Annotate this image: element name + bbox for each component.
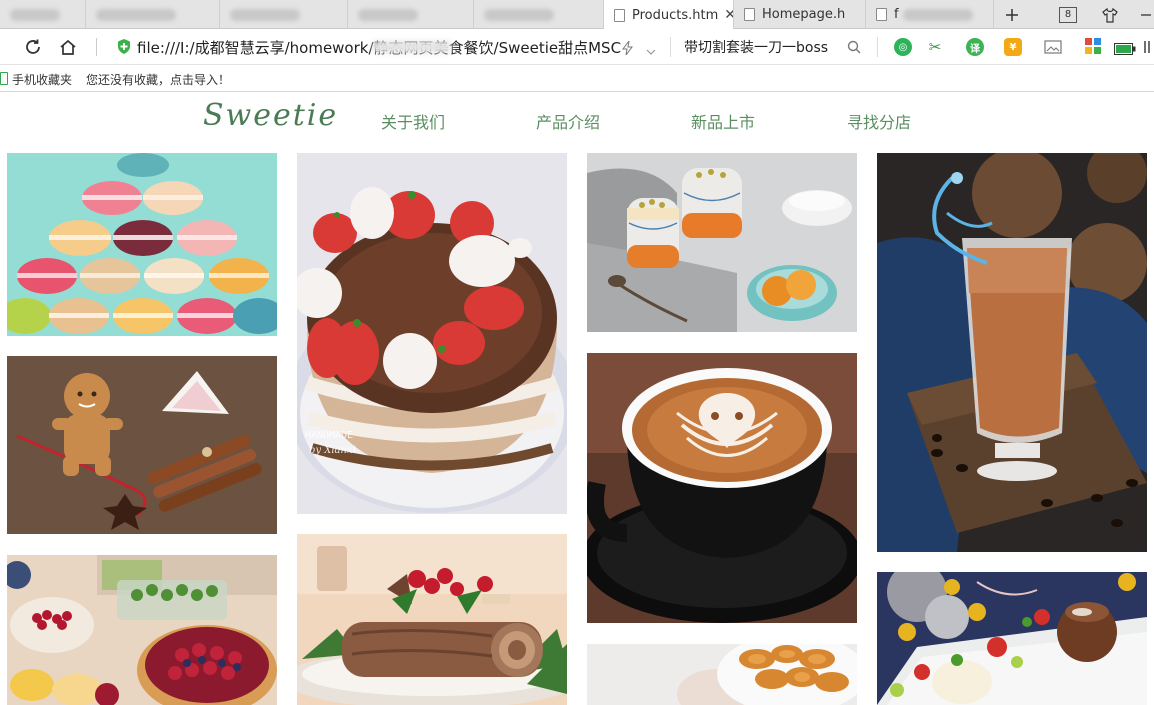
lightning-icon[interactable] — [622, 40, 634, 59]
tab-blurred-4[interactable] — [348, 0, 474, 29]
search-icon[interactable] — [847, 39, 861, 58]
page-icon — [876, 8, 887, 21]
translate-icon[interactable]: 译 — [966, 38, 984, 56]
cookies-photo[interactable] — [587, 644, 857, 705]
tab-products[interactable]: Products.htm ✕ — [604, 0, 734, 30]
home-icon — [60, 39, 76, 55]
bookmark-mobile[interactable]: 手机收藏夹 — [12, 71, 72, 88]
address-bar: file:///I:/成都智慧云享/homework/静态网页美食餐饮/Swee… — [0, 29, 1154, 65]
plus-icon — [1006, 8, 1018, 21]
image-icon[interactable] — [1044, 38, 1062, 56]
iced-coffee-photo[interactable] — [877, 153, 1147, 552]
nav-products[interactable]: 产品介绍 — [536, 109, 600, 133]
gingerbread-photo[interactable] — [7, 356, 277, 534]
tab-count: 8 — [1059, 6, 1077, 23]
minimize-button[interactable] — [1138, 0, 1154, 29]
wechat-ext-icon[interactable]: ◎ — [894, 38, 912, 56]
watermark-line1: HANDMADE — [305, 430, 353, 441]
tab-count-button[interactable]: 8 — [1058, 0, 1078, 29]
reload-icon — [26, 39, 40, 54]
berry-tart-photo[interactable] — [7, 555, 277, 705]
divider — [877, 37, 878, 57]
minimize-icon — [1141, 13, 1151, 16]
tab-title: Homepage.h — [762, 7, 846, 22]
tab-blurred-2[interactable] — [86, 0, 220, 29]
page-content: Sweetie 关于我们 产品介绍 新品上市 寻找分店 HANDMADE by … — [0, 93, 1154, 705]
tab-blurred-3[interactable] — [220, 0, 348, 29]
battery-icon — [1114, 40, 1136, 59]
shield-coin-icon[interactable]: ¥ — [1004, 38, 1022, 56]
home-button[interactable] — [56, 35, 80, 59]
reload-button[interactable] — [21, 35, 45, 59]
mobile-icon — [0, 72, 8, 85]
nav-about[interactable]: 关于我们 — [381, 109, 445, 133]
secure-shield-icon[interactable] — [116, 38, 132, 55]
site-logo[interactable]: Sweetie — [203, 98, 338, 133]
divider — [670, 37, 671, 57]
nav-new-arrivals[interactable]: 新品上市 — [691, 109, 755, 133]
tab-blurred-1[interactable] — [0, 0, 86, 29]
latte-art-photo[interactable] — [587, 353, 857, 623]
search-input[interactable]: 带切割套装一刀一boss — [684, 37, 828, 57]
parfait-jars-photo[interactable] — [587, 153, 857, 332]
page-icon — [614, 8, 625, 22]
menu-icon[interactable] — [1143, 39, 1151, 59]
lava-cake-photo[interactable] — [877, 572, 1147, 705]
yule-log-photo[interactable] — [297, 534, 567, 705]
strawberry-cake-photo[interactable]: HANDMADE by Xianxi — [297, 153, 567, 514]
tab-homepage[interactable]: Homepage.h — [734, 0, 866, 29]
tab-blurred-5[interactable] — [474, 0, 604, 29]
apps-grid-icon[interactable] — [1085, 38, 1101, 58]
page-icon — [744, 8, 755, 21]
bookmarks-bar: 手机收藏夹 您还没有收藏，点击导入！ — [0, 65, 1154, 92]
close-icon[interactable]: ✕ — [724, 7, 733, 23]
tab-title: f — [894, 7, 899, 22]
tab-title: Products.htm — [632, 7, 719, 23]
url-blur — [372, 41, 452, 53]
bookmark-import-hint[interactable]: 您还没有收藏，点击导入！ — [86, 71, 230, 88]
macarons-photo[interactable] — [7, 153, 277, 336]
shirt-icon[interactable] — [1100, 0, 1120, 29]
new-tab-button[interactable] — [1000, 0, 1024, 29]
divider — [96, 38, 97, 56]
watermark-line2: by Xianxi — [309, 445, 356, 456]
tab-strip: Products.htm ✕ Homepage.h f 8 — [0, 0, 1154, 30]
tab-third[interactable]: f — [866, 0, 994, 29]
nav-find-store[interactable]: 寻找分店 — [847, 109, 911, 133]
scissors-icon[interactable]: ✂ — [926, 38, 944, 56]
chevron-down-icon[interactable] — [646, 41, 656, 60]
